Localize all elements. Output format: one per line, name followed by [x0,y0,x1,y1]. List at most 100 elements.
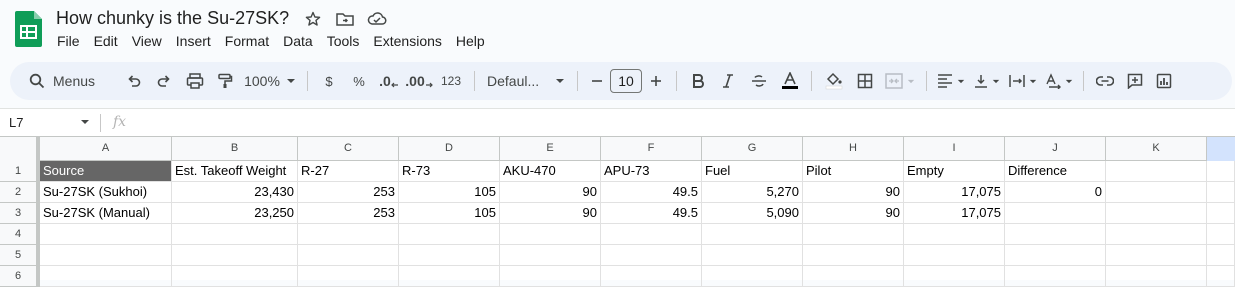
row-header-2[interactable]: 2 [0,182,40,203]
column-header-selected[interactable] [1207,137,1235,161]
cell[interactable]: 90 [803,182,904,203]
cell[interactable] [1106,245,1207,266]
row-header-4[interactable]: 4 [0,224,40,245]
header-cell[interactable] [1106,161,1207,182]
cell[interactable]: 49.5 [601,182,702,203]
cell[interactable]: 105 [399,203,500,224]
header-cell[interactable]: Empty [904,161,1005,182]
move-folder-icon[interactable] [334,9,356,29]
fill-color-button[interactable] [818,67,850,95]
document-title[interactable]: How chunky is the Su-27SK? [56,8,289,29]
undo-button[interactable] [119,67,149,95]
cell[interactable] [1207,245,1235,266]
header-cell[interactable]: R-27 [298,161,399,182]
cell[interactable]: Su-27SK (Sukhoi) [40,182,172,203]
header-cell[interactable]: Est. Takeoff Weight [172,161,298,182]
cell[interactable] [803,266,904,287]
cell[interactable] [399,224,500,245]
cell[interactable]: 5,090 [702,203,803,224]
cell[interactable] [1005,203,1106,224]
header-cell[interactable]: Pilot [803,161,904,182]
row-header-1[interactable]: 1 [0,161,40,182]
cell[interactable] [702,266,803,287]
insert-link-button[interactable] [1090,67,1120,95]
cell[interactable]: 23,250 [172,203,298,224]
cell[interactable]: 17,075 [904,203,1005,224]
menu-file[interactable]: File [50,32,87,50]
star-icon[interactable] [302,9,324,29]
header-cell[interactable]: R-73 [399,161,500,182]
header-cell[interactable]: Fuel [702,161,803,182]
cell[interactable] [40,224,172,245]
font-size-increase-button[interactable] [642,67,670,95]
text-wrapping-button[interactable] [1005,67,1041,95]
menu-search-button[interactable]: Menus [17,67,119,95]
cell[interactable] [702,245,803,266]
increase-decimal-button[interactable]: .00 [404,67,434,95]
cell[interactable] [500,224,601,245]
column-header-a[interactable]: A [40,137,172,161]
menu-tools[interactable]: Tools [320,32,367,50]
print-button[interactable] [179,67,211,95]
cell[interactable] [298,266,399,287]
cell[interactable] [803,245,904,266]
column-header-j[interactable]: J [1005,137,1106,161]
cell[interactable]: 0 [1005,182,1106,203]
chevron-down-icon[interactable] [80,119,90,125]
cell[interactable] [601,245,702,266]
cell[interactable]: 105 [399,182,500,203]
cell[interactable]: 253 [298,182,399,203]
header-cell[interactable]: APU-73 [601,161,702,182]
borders-button[interactable] [850,67,880,95]
font-select[interactable]: Defaul... [481,67,571,95]
cell[interactable] [1207,182,1235,203]
column-header-i[interactable]: I [904,137,1005,161]
column-header-f[interactable]: F [601,137,702,161]
horizontal-align-button[interactable] [933,67,969,95]
column-header-g[interactable]: G [702,137,803,161]
text-color-button[interactable] [775,67,805,95]
cell[interactable] [298,224,399,245]
cell[interactable] [172,224,298,245]
cell[interactable] [40,266,172,287]
cell[interactable] [298,245,399,266]
menu-view[interactable]: View [125,32,169,50]
insert-comment-button[interactable] [1120,67,1150,95]
menu-edit[interactable]: Edit [87,32,125,50]
cell[interactable]: 90 [803,203,904,224]
cell[interactable] [1106,182,1207,203]
decrease-decimal-button[interactable]: .0 [374,67,404,95]
cell[interactable] [172,245,298,266]
cell[interactable] [1207,266,1235,287]
cell[interactable] [803,224,904,245]
column-header-h[interactable]: H [803,137,904,161]
row-header-5[interactable]: 5 [0,245,40,266]
cell[interactable]: 17,075 [904,182,1005,203]
cell[interactable]: 5,270 [702,182,803,203]
column-header-d[interactable]: D [399,137,500,161]
row-header-3[interactable]: 3 [0,203,40,224]
redo-button[interactable] [149,67,179,95]
cell[interactable] [1106,224,1207,245]
cell[interactable] [1106,203,1207,224]
cell[interactable]: 90 [500,203,601,224]
cell[interactable] [601,224,702,245]
cell[interactable] [500,266,601,287]
cell[interactable]: 253 [298,203,399,224]
strikethrough-button[interactable] [743,67,775,95]
cell[interactable] [1207,224,1235,245]
cell[interactable] [1106,266,1207,287]
italic-button[interactable] [713,67,743,95]
cell[interactable] [1005,266,1106,287]
cell[interactable] [399,266,500,287]
cell[interactable] [1005,224,1106,245]
column-header-b[interactable]: B [172,137,298,161]
cell[interactable] [904,224,1005,245]
cell[interactable]: 90 [500,182,601,203]
vertical-align-button[interactable] [969,67,1005,95]
header-cell[interactable]: AKU-470 [500,161,601,182]
cell[interactable] [601,266,702,287]
cell[interactable] [172,266,298,287]
menu-data[interactable]: Data [276,32,320,50]
cell[interactable] [1207,161,1235,182]
